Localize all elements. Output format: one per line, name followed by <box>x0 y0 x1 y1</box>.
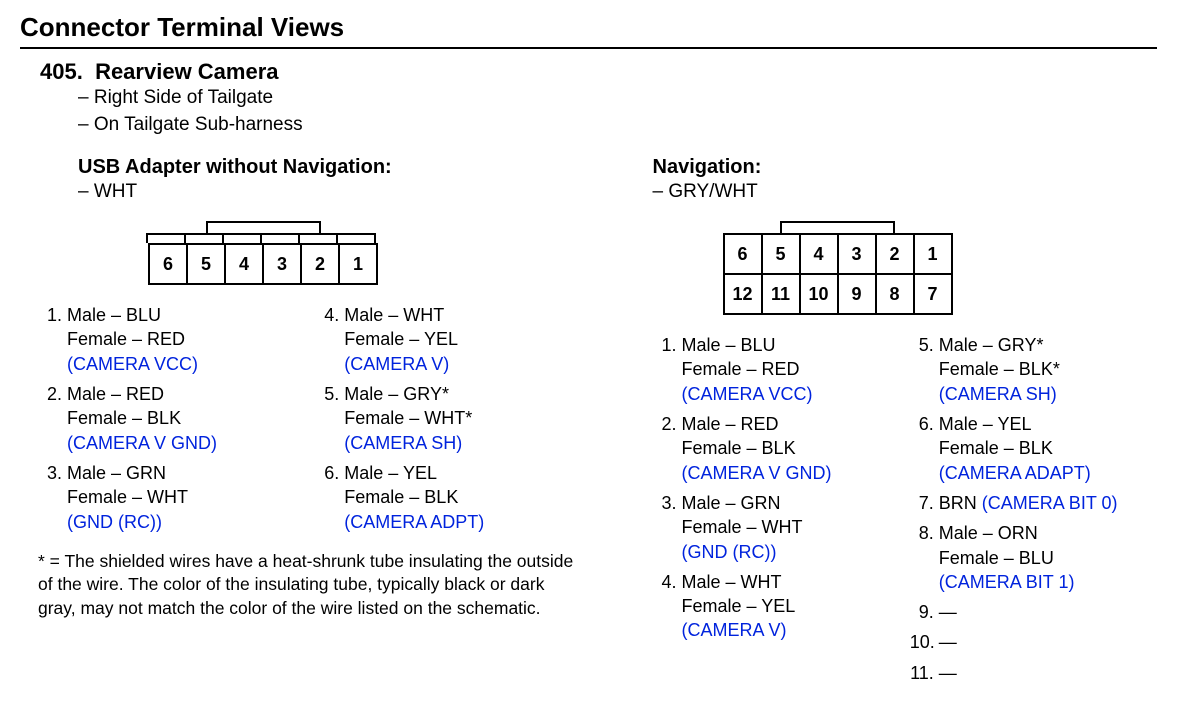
pin-item: 8. Male – ORNFemale – BLU(CAMERA BIT 1) <box>910 521 1157 594</box>
title-divider <box>20 47 1157 49</box>
signal-label: (CAMERA V GND) <box>682 463 832 483</box>
pin-cell: 3 <box>262 243 302 285</box>
signal-label: (CAMERA VCC) <box>682 384 813 404</box>
pin-cell: 10 <box>799 273 839 315</box>
pin-cell: 6 <box>723 233 763 275</box>
pin-cell: 3 <box>837 233 877 275</box>
pin-cell: 7 <box>913 273 953 315</box>
pin-item: 6. Male – YELFemale – BLK(CAMERA ADPT) <box>315 461 582 534</box>
pin-item: 5. Male – GRY*Female – WHT*(CAMERA SH) <box>315 382 582 455</box>
signal-label: (CAMERA V GND) <box>67 433 217 453</box>
pin-item: 9. — <box>910 600 1157 624</box>
pin-cell: 1 <box>913 233 953 275</box>
pin-cell: 9 <box>837 273 877 315</box>
section-name: Rearview Camera <box>95 59 278 84</box>
connector-tab-icon <box>336 233 376 243</box>
connector-latch-icon <box>206 221 321 233</box>
variant-title: USB Adapter without Navigation: <box>78 156 583 179</box>
signal-label: (CAMERA SH) <box>939 384 1057 404</box>
variant-title: Navigation: <box>653 156 1158 179</box>
pin-list: 1. Male – BLUFemale – RED(CAMERA VCC) 2.… <box>38 303 583 540</box>
pin-item: 4. Male – WHTFemale – YEL(CAMERA V) <box>653 570 900 643</box>
pin-cell: 4 <box>799 233 839 275</box>
pin-cell: 2 <box>300 243 340 285</box>
connector-tab-icon <box>222 233 262 243</box>
signal-label: (GND (RC)) <box>682 542 777 562</box>
section-title: 405. Rearview Camera <box>40 59 1157 85</box>
pin-item: 1. Male – BLUFemale – RED(CAMERA VCC) <box>653 333 900 406</box>
pin-item: 5. Male – GRY*Female – BLK*(CAMERA SH) <box>910 333 1157 406</box>
footnote: * = The shielded wires have a heat-shrun… <box>38 550 583 621</box>
pin-cell: 2 <box>875 233 915 275</box>
pin-item: 2. Male – REDFemale – BLK(CAMERA V GND) <box>653 412 900 485</box>
signal-label: (CAMERA V) <box>344 354 449 374</box>
signal-label: (CAMERA ADAPT) <box>939 463 1091 483</box>
variant-usb-adapter: USB Adapter without Navigation: – WHT 6 … <box>20 156 613 691</box>
pin-list: 1. Male – BLUFemale – RED(CAMERA VCC) 2.… <box>653 333 1158 691</box>
pin-item: 7. BRN (CAMERA BIT 0) <box>910 491 1157 515</box>
signal-label: (CAMERA V) <box>682 620 787 640</box>
pin-item: 6. Male – YELFemale – BLK(CAMERA ADAPT) <box>910 412 1157 485</box>
variant-navigation: Navigation: – GRY/WHT 6 5 4 3 2 1 12 11 … <box>613 156 1158 691</box>
pin-cell: 8 <box>875 273 915 315</box>
pin-cell: 6 <box>148 243 188 285</box>
signal-label: (CAMERA ADPT) <box>344 512 484 532</box>
connector-tab-icon <box>184 233 224 243</box>
pin-cell: 12 <box>723 273 763 315</box>
connector-diagram-6pin: 6 5 4 3 2 1 <box>148 219 583 285</box>
signal-label: (CAMERA VCC) <box>67 354 198 374</box>
signal-label: (CAMERA SH) <box>344 433 462 453</box>
section-number: 405. <box>40 59 83 84</box>
pin-item: 3. Male – GRNFemale – WHT(GND (RC)) <box>653 491 900 564</box>
pin-item: 2. Male – REDFemale – BLK(CAMERA V GND) <box>38 382 305 455</box>
connector-tab-icon <box>298 233 338 243</box>
connector-diagram-12pin: 6 5 4 3 2 1 12 11 10 9 8 7 <box>723 219 1158 315</box>
pin-cell: 1 <box>338 243 378 285</box>
variant-wire-color: – GRY/WHT <box>653 181 1158 203</box>
pin-cell: 5 <box>186 243 226 285</box>
pin-item: 1. Male – BLUFemale – RED(CAMERA VCC) <box>38 303 305 376</box>
location-line-2: – On Tailgate Sub-harness <box>78 112 1157 139</box>
connector-tab-icon <box>146 233 186 243</box>
signal-label: (CAMERA BIT 1) <box>939 572 1075 592</box>
location-line-1: – Right Side of Tailgate <box>78 85 1157 112</box>
pin-item: 10. — <box>910 630 1157 654</box>
connector-tab-icon <box>260 233 300 243</box>
signal-label: (GND (RC)) <box>67 512 162 532</box>
pin-cell: 4 <box>224 243 264 285</box>
main-title: Connector Terminal Views <box>20 12 1157 43</box>
pin-item: 11. — <box>910 661 1157 685</box>
variant-wire-color: – WHT <box>78 181 583 203</box>
pin-item: 3. Male – GRNFemale – WHT(GND (RC)) <box>38 461 305 534</box>
pin-cell: 11 <box>761 273 801 315</box>
pin-item: 4. Male – WHTFemale – YEL(CAMERA V) <box>315 303 582 376</box>
pin-cell: 5 <box>761 233 801 275</box>
connector-latch-icon <box>780 221 895 233</box>
signal-label: (CAMERA BIT 0) <box>982 493 1118 513</box>
